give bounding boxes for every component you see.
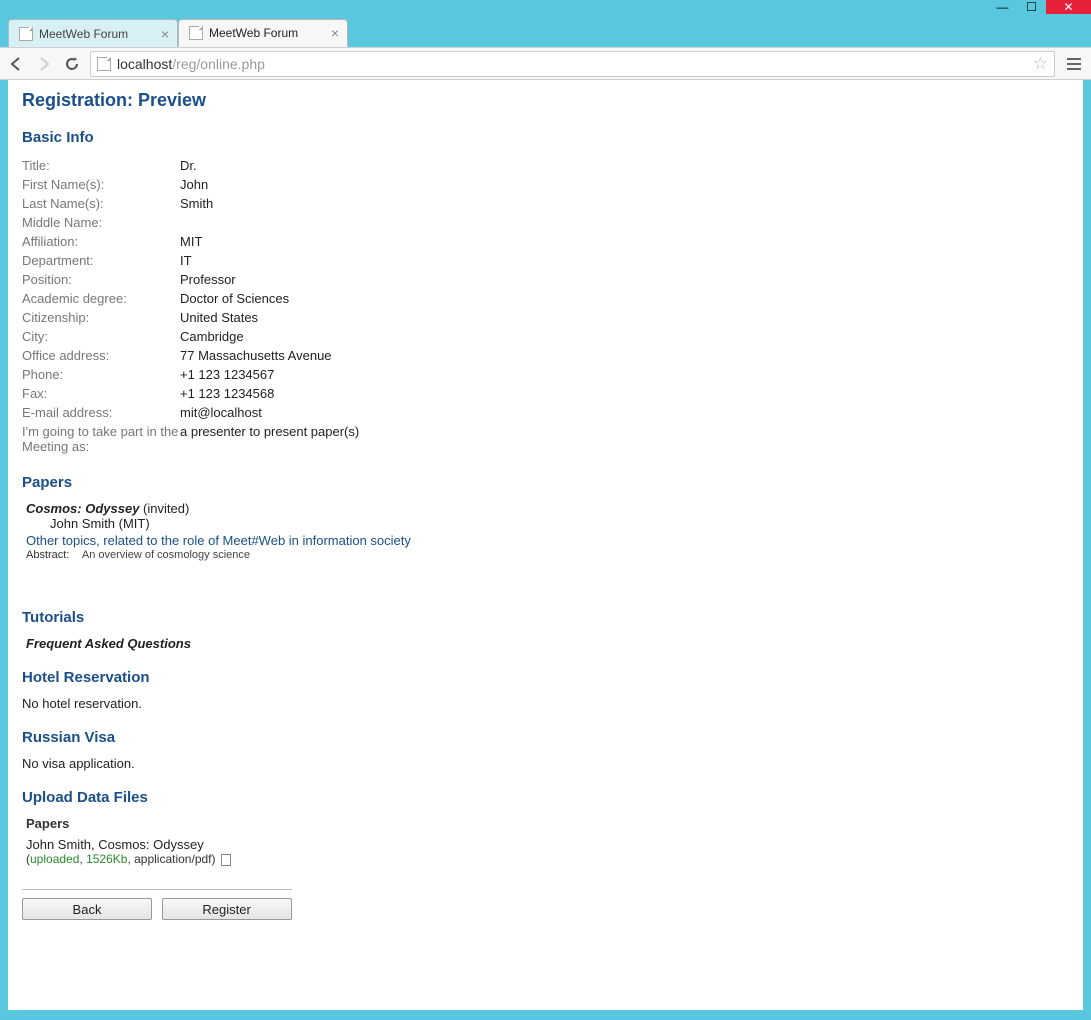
upload-subheading: Papers — [26, 816, 1069, 831]
paper-topic: Other topics, related to the role of Mee… — [26, 533, 1069, 548]
menu-button[interactable] — [1063, 53, 1085, 75]
info-label: Fax: — [22, 384, 180, 403]
page-icon — [19, 27, 33, 41]
register-button[interactable]: Register — [162, 898, 292, 920]
info-label: Department: — [22, 251, 180, 270]
info-label: Phone: — [22, 365, 180, 384]
hotel-text: No hotel reservation. — [22, 696, 1069, 711]
page-title: Registration: Preview — [22, 90, 1069, 111]
info-label: Title: — [22, 156, 180, 175]
section-tutorials: Tutorials — [22, 609, 1069, 626]
info-row: Phone:+1 123 1234567 — [22, 365, 359, 384]
paper-invited: (invited) — [139, 501, 189, 516]
info-value: Smith — [180, 194, 359, 213]
info-label: Middle Name: — [22, 213, 180, 232]
tutorial-item: Frequent Asked Questions — [26, 636, 1069, 651]
paper-title: Cosmos: Odyssey — [26, 501, 139, 516]
info-label: Last Name(s): — [22, 194, 180, 213]
info-row: Title:Dr. — [22, 156, 359, 175]
info-label: I'm going to take part in the Meeting as… — [22, 422, 180, 456]
info-value: United States — [180, 308, 359, 327]
info-row: Middle Name: — [22, 213, 359, 232]
info-label: Academic degree: — [22, 289, 180, 308]
info-value: +1 123 1234567 — [180, 365, 359, 384]
info-value: mit@localhost — [180, 403, 359, 422]
info-row: E-mail address:mit@localhost — [22, 403, 359, 422]
page-content: Registration: Preview Basic Info Title:D… — [8, 80, 1083, 1010]
back-button[interactable] — [6, 54, 26, 74]
info-label: Position: — [22, 270, 180, 289]
info-value: Doctor of Sciences — [180, 289, 359, 308]
info-label: First Name(s): — [22, 175, 180, 194]
info-row: Office address:77 Massachusetts Avenue — [22, 346, 359, 365]
close-button[interactable]: ✕ — [1046, 0, 1091, 14]
address-bar[interactable]: localhost/reg/online.php ☆ — [90, 51, 1055, 77]
tab-title: MeetWeb Forum — [39, 27, 128, 41]
abstract-text: An overview of cosmology science — [82, 549, 250, 561]
browser-tabbar: MeetWeb Forum × MeetWeb Forum × — [0, 15, 1091, 47]
visa-text: No visa application. — [22, 756, 1069, 771]
browser-window: — ☐ ✕ MeetWeb Forum × MeetWeb Forum × lo… — [0, 0, 1091, 1020]
basic-info-table: Title:Dr.First Name(s):JohnLast Name(s):… — [22, 156, 359, 456]
bookmark-star-icon[interactable]: ☆ — [1033, 54, 1048, 74]
upload-item: John Smith, Cosmos: Odyssey — [26, 837, 1069, 852]
paper-entry: Cosmos: Odyssey (invited) John Smith (MI… — [26, 501, 1069, 531]
info-label: City: — [22, 327, 180, 346]
info-value: Dr. — [180, 156, 359, 175]
viewport: Registration: Preview Basic Info Title:D… — [0, 80, 1091, 1018]
section-visa: Russian Visa — [22, 729, 1069, 746]
info-row: City:Cambridge — [22, 327, 359, 346]
button-row: Back Register — [22, 884, 1069, 920]
browser-tab-active[interactable]: MeetWeb Forum × — [178, 19, 348, 47]
info-row: Citizenship:United States — [22, 308, 359, 327]
tab-close-icon[interactable]: × — [161, 26, 169, 42]
file-icon[interactable] — [221, 854, 231, 866]
info-value: MIT — [180, 232, 359, 251]
info-value: 77 Massachusetts Avenue — [180, 346, 359, 365]
reload-button[interactable] — [62, 54, 82, 74]
paper-abstract: Abstract: An overview of cosmology scien… — [26, 549, 1069, 561]
browser-tab-inactive[interactable]: MeetWeb Forum × — [8, 19, 178, 47]
info-row: Academic degree:Doctor of Sciences — [22, 289, 359, 308]
tab-title: MeetWeb Forum — [209, 26, 298, 40]
info-value: Cambridge — [180, 327, 359, 346]
upload-meta: (uploaded, 1526Kb, application/pdf) — [26, 852, 1069, 866]
info-value: John — [180, 175, 359, 194]
info-label: Citizenship: — [22, 308, 180, 327]
section-papers: Papers — [22, 474, 1069, 491]
browser-toolbar: localhost/reg/online.php ☆ — [0, 47, 1091, 80]
divider — [22, 889, 292, 890]
info-value: IT — [180, 251, 359, 270]
info-row: I'm going to take part in the Meeting as… — [22, 422, 359, 456]
info-row: Last Name(s):Smith — [22, 194, 359, 213]
info-row: Fax:+1 123 1234568 — [22, 384, 359, 403]
maximize-button[interactable]: ☐ — [1017, 0, 1046, 14]
url-text: localhost/reg/online.php — [117, 56, 265, 72]
info-row: Department:IT — [22, 251, 359, 270]
abstract-label: Abstract: — [26, 549, 69, 561]
info-value: +1 123 1234568 — [180, 384, 359, 403]
forward-button[interactable] — [34, 54, 54, 74]
page-icon — [97, 57, 111, 71]
info-label: E-mail address: — [22, 403, 180, 422]
info-row: Affiliation:MIT — [22, 232, 359, 251]
info-value: Professor — [180, 270, 359, 289]
paper-author: John Smith (MIT) — [50, 516, 1069, 531]
window-controls: — ☐ ✕ — [988, 0, 1091, 14]
section-upload: Upload Data Files — [22, 789, 1069, 806]
info-label: Office address: — [22, 346, 180, 365]
titlebar: — ☐ ✕ — [0, 0, 1091, 15]
section-basic-info: Basic Info — [22, 129, 1069, 146]
info-row: Position:Professor — [22, 270, 359, 289]
tab-close-icon[interactable]: × — [331, 25, 339, 41]
info-row: First Name(s):John — [22, 175, 359, 194]
back-button[interactable]: Back — [22, 898, 152, 920]
info-label: Affiliation: — [22, 232, 180, 251]
section-hotel: Hotel Reservation — [22, 669, 1069, 686]
info-value — [180, 213, 359, 232]
info-value: a presenter to present paper(s) — [180, 422, 359, 456]
minimize-button[interactable]: — — [988, 0, 1017, 14]
page-icon — [189, 26, 203, 40]
